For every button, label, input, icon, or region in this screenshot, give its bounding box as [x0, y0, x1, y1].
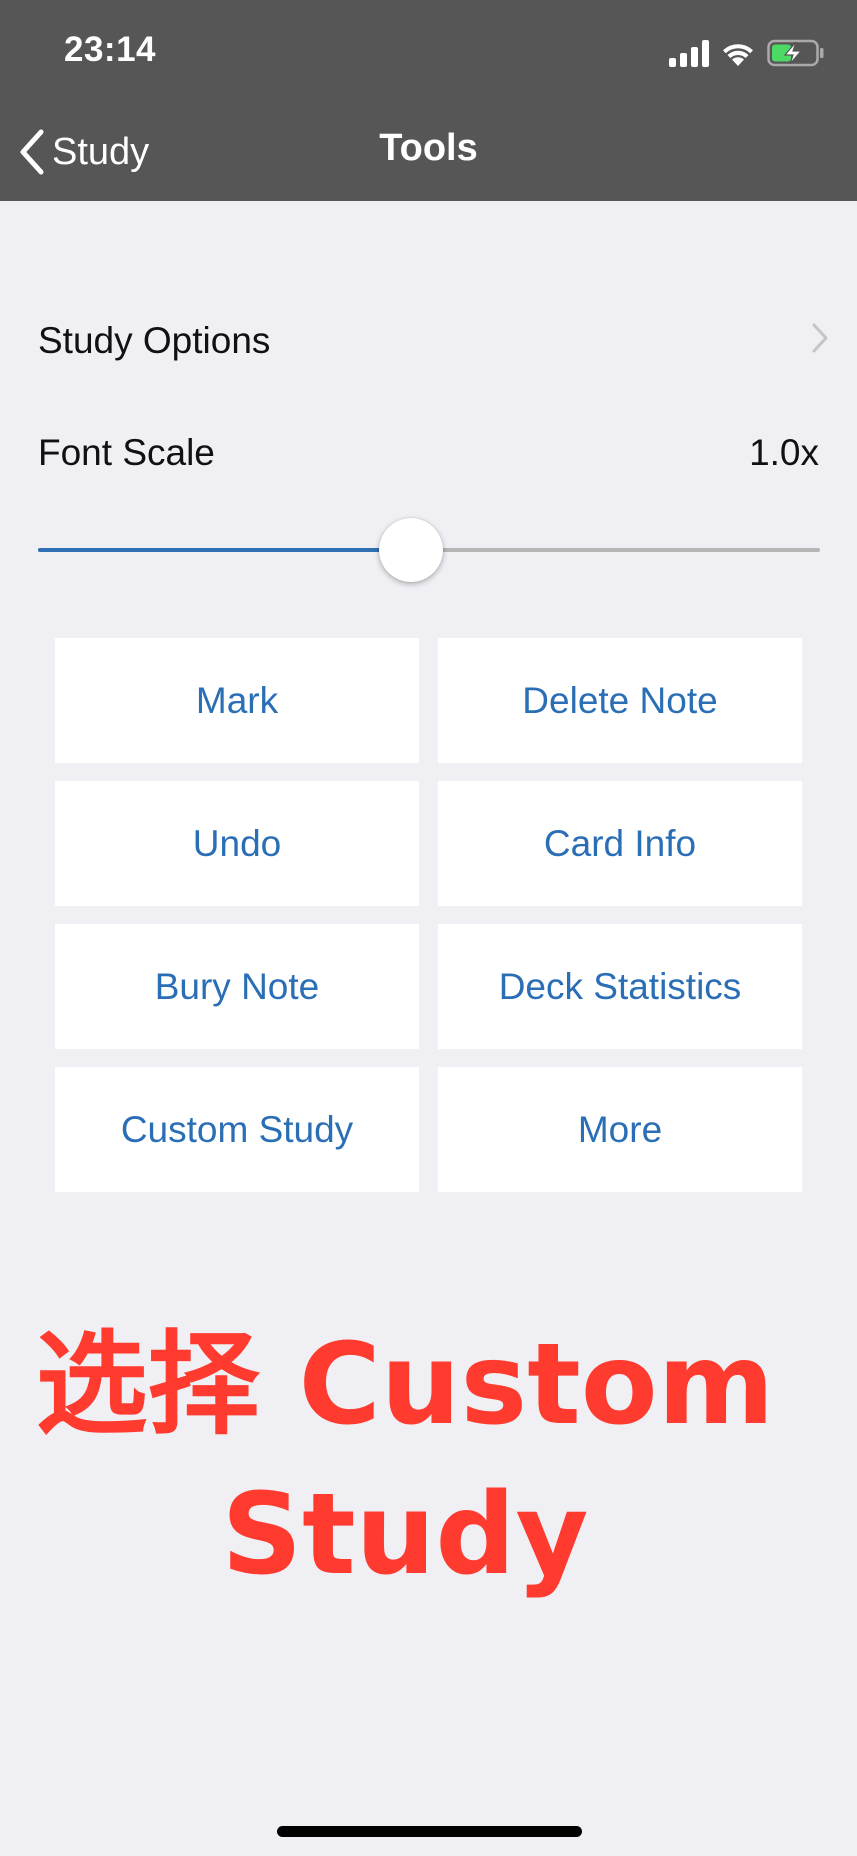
more-button[interactable]: More	[438, 1067, 802, 1192]
font-scale-value: 1.0x	[749, 432, 819, 473]
delete-note-button[interactable]: Delete Note	[438, 638, 802, 763]
mark-button[interactable]: Mark	[55, 638, 419, 763]
font-scale-slider[interactable]	[38, 518, 820, 582]
study-options-row[interactable]: Study Options	[0, 300, 857, 380]
custom-study-button[interactable]: Custom Study	[55, 1067, 419, 1192]
navigation-bar: 23:14 Study Tools	[0, 0, 857, 201]
deck-statistics-button[interactable]: Deck Statistics	[438, 924, 802, 1049]
study-options-label: Study Options	[38, 320, 271, 361]
annotation-line-1: 选择 Custom	[35, 1320, 775, 1450]
cellular-signal-icon	[669, 39, 709, 67]
chevron-right-icon	[812, 323, 828, 353]
battery-charging-icon	[767, 39, 824, 67]
slider-fill	[38, 548, 411, 552]
bury-note-button[interactable]: Bury Note	[55, 924, 419, 1049]
instruction-annotation: 选择 Custom Study	[0, 1310, 810, 1610]
wifi-icon	[723, 44, 753, 66]
status-time: 23:14	[64, 30, 157, 69]
page-title: Tools	[379, 127, 478, 169]
card-info-button[interactable]: Card Info	[438, 781, 802, 906]
home-indicator	[277, 1826, 582, 1837]
font-scale-label: Font Scale	[38, 432, 215, 473]
status-icons	[669, 36, 825, 70]
slider-thumb[interactable]	[379, 518, 443, 582]
undo-button[interactable]: Undo	[55, 781, 419, 906]
annotation-line-2: Study	[221, 1470, 589, 1600]
tools-grid: Mark Delete Note Undo Card Info Bury Not…	[55, 638, 802, 1192]
